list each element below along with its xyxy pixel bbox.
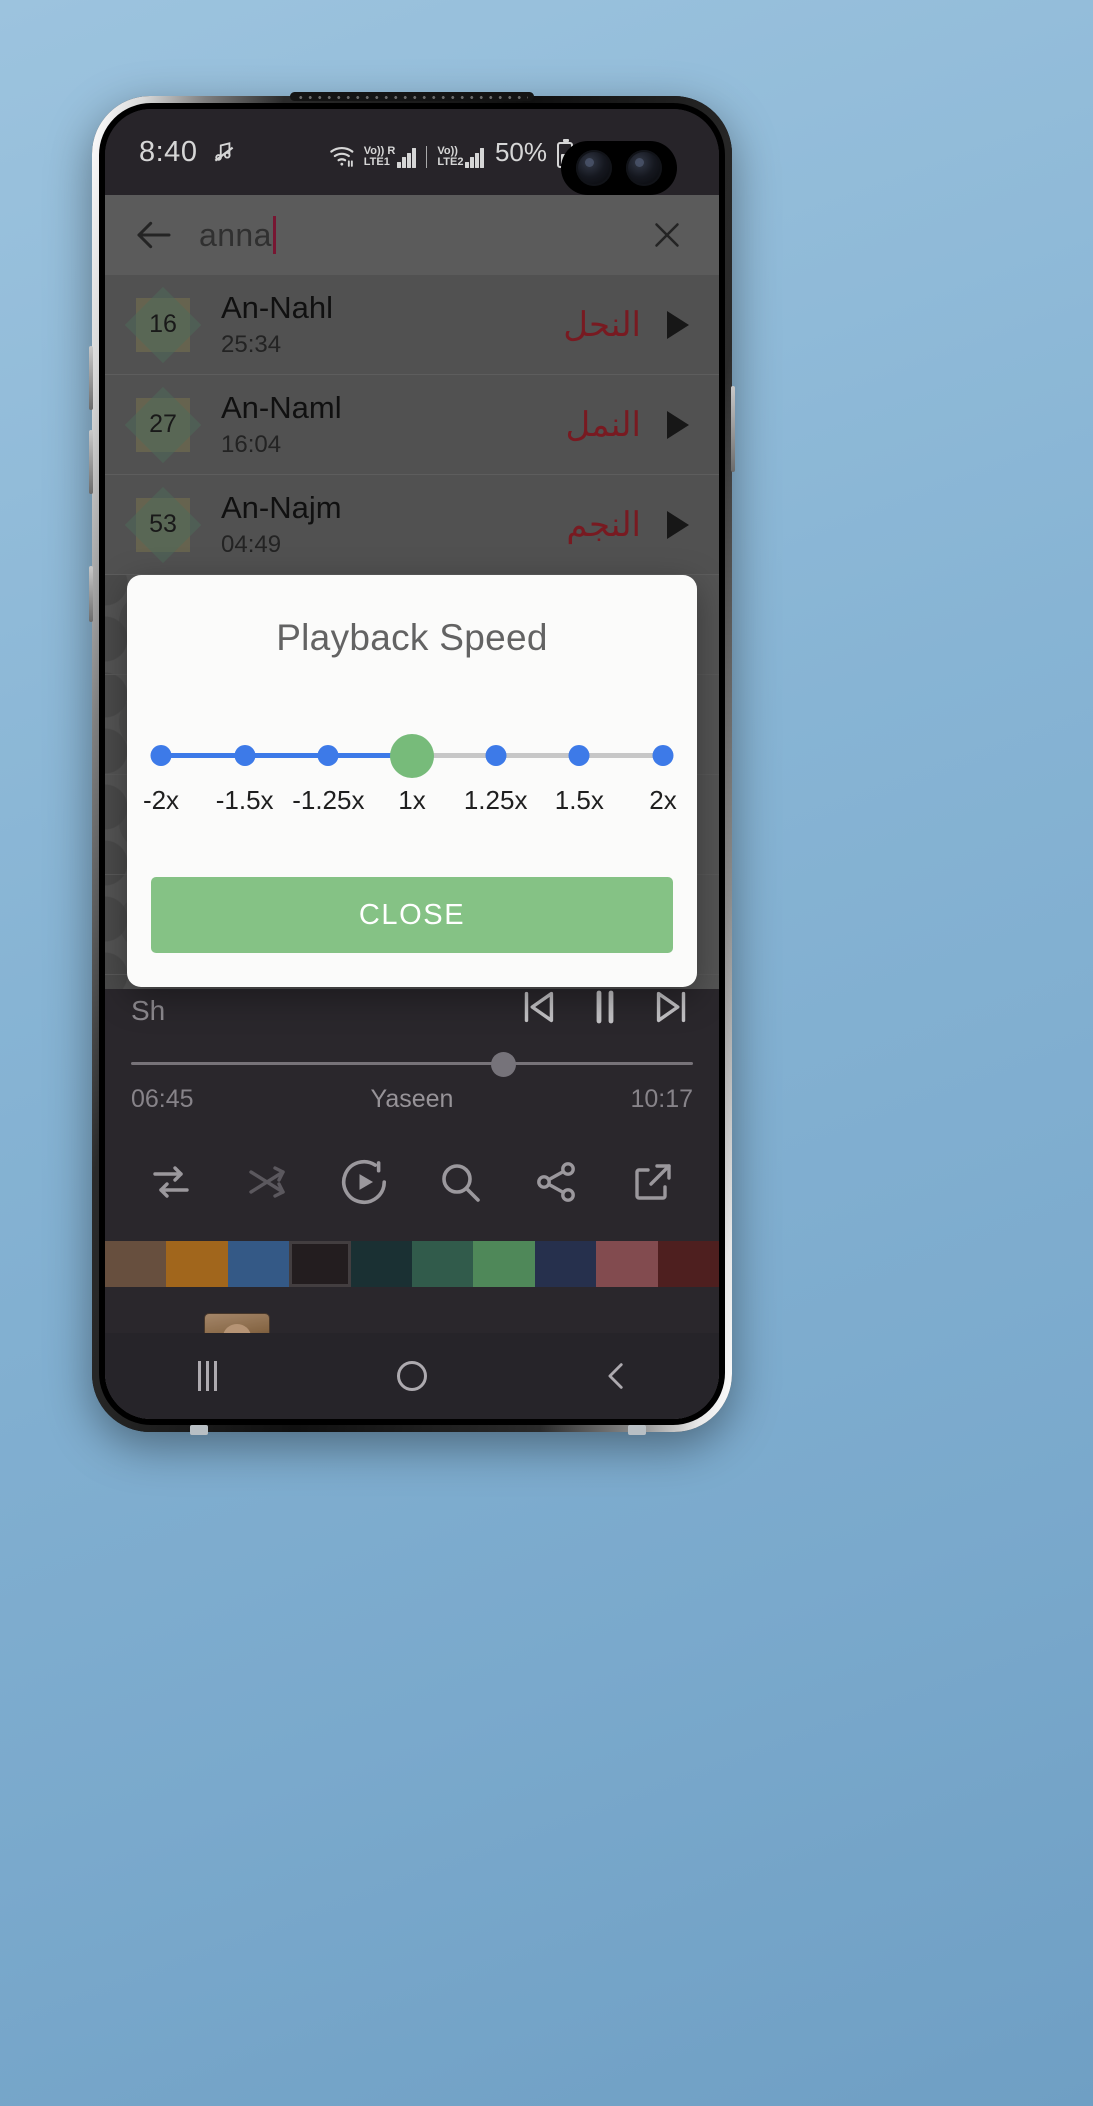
earpiece-speaker bbox=[290, 92, 534, 101]
slider-track-fill bbox=[161, 753, 412, 758]
volume-up-button[interactable] bbox=[89, 346, 93, 410]
slider-tick[interactable] bbox=[652, 745, 674, 766]
slider-tick[interactable] bbox=[234, 745, 256, 766]
speed-option-label[interactable]: -1.25x bbox=[292, 785, 364, 816]
power-button[interactable] bbox=[731, 386, 735, 472]
speed-option-label[interactable]: 1x bbox=[398, 785, 425, 816]
slider-thumb[interactable] bbox=[390, 734, 434, 778]
slider-tick[interactable] bbox=[150, 745, 172, 766]
speed-option-label[interactable]: -1.5x bbox=[216, 785, 274, 816]
playback-speed-slider[interactable]: -2x -1.5x -1.25x 1x 1.25x 1.5x 2x bbox=[143, 729, 677, 825]
phone-screen: 8:40 Vo)) R LTE1 Vo)) LTE2 50% anna 16 A… bbox=[105, 109, 719, 1419]
playback-speed-dialog: Playback Speed -2x -1.5x -1.25x 1x 1.25x… bbox=[127, 575, 697, 987]
speed-option-label[interactable]: 2x bbox=[649, 785, 676, 816]
speed-option-label[interactable]: 1.5x bbox=[555, 785, 604, 816]
volume-down-button[interactable] bbox=[89, 430, 93, 494]
bottom-nub-left bbox=[190, 1425, 208, 1435]
speed-option-label[interactable]: -2x bbox=[143, 785, 179, 816]
bottom-nub-right bbox=[628, 1425, 646, 1435]
phone-device: 8:40 Vo)) R LTE1 Vo)) LTE2 50% anna 16 A… bbox=[89, 92, 735, 1432]
assistant-button[interactable] bbox=[89, 566, 93, 622]
speed-option-label[interactable]: 1.25x bbox=[464, 785, 528, 816]
slider-tick[interactable] bbox=[568, 745, 590, 766]
slider-tick[interactable] bbox=[317, 745, 339, 766]
page-title: Playback Speed bbox=[276, 617, 548, 658]
close-button[interactable]: CLOSE bbox=[151, 877, 673, 953]
slider-tick[interactable] bbox=[485, 745, 507, 766]
